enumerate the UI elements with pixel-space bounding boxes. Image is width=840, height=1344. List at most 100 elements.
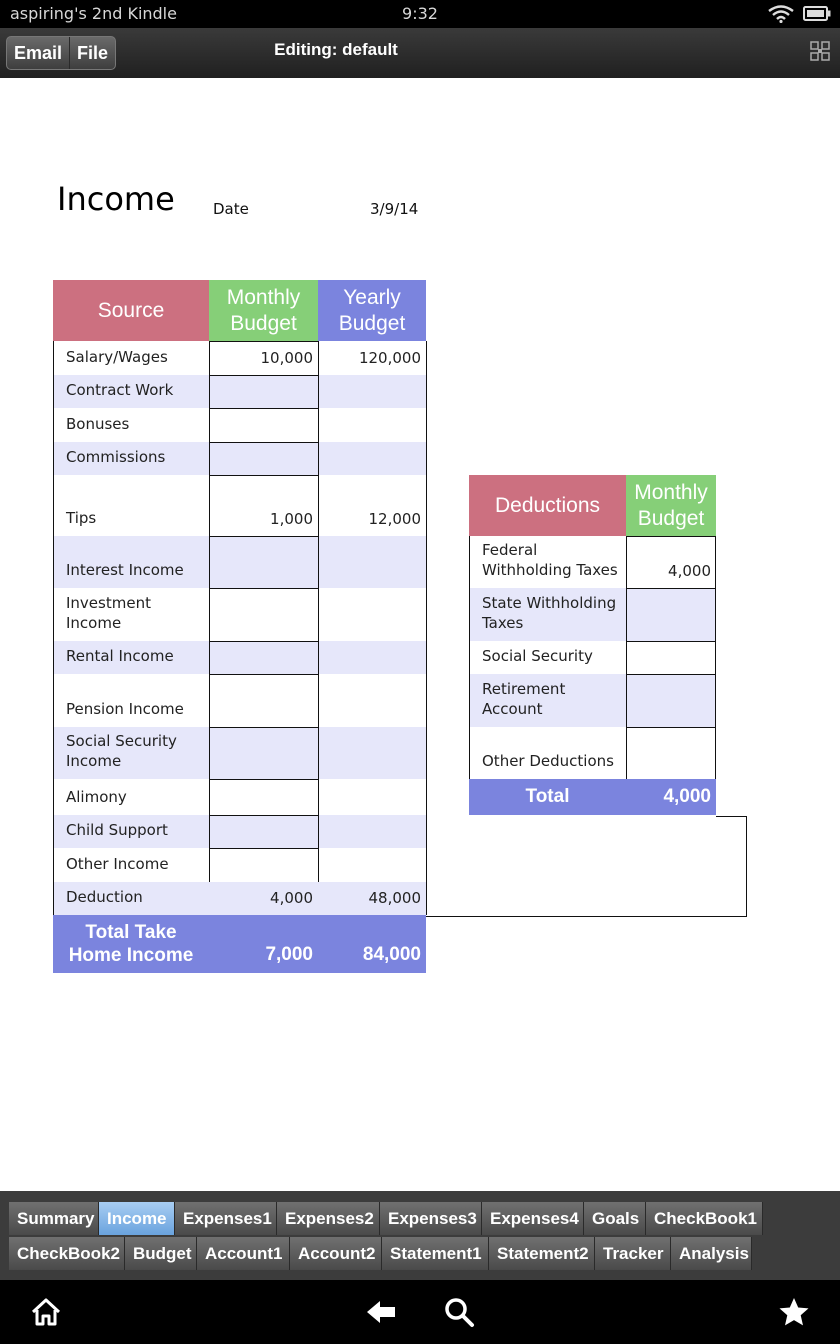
table-border bbox=[53, 341, 54, 915]
tab-expenses4[interactable]: Expenses4 bbox=[482, 1202, 584, 1235]
source-label: Other Income bbox=[66, 855, 169, 873]
monthly-value[interactable]: 10,000 bbox=[209, 341, 318, 375]
connector-line bbox=[426, 916, 747, 917]
connector-line bbox=[746, 816, 747, 917]
tab-account2[interactable]: Account2 bbox=[290, 1237, 382, 1270]
monthly-value[interactable] bbox=[209, 848, 318, 882]
source-label: Salary/Wages bbox=[66, 348, 168, 366]
monthly-value[interactable] bbox=[209, 779, 318, 815]
tab-tracker[interactable]: Tracker bbox=[595, 1237, 671, 1270]
table-border bbox=[469, 536, 470, 779]
monthly-value[interactable] bbox=[209, 815, 318, 848]
source-label: Pension Income bbox=[66, 700, 184, 718]
source-label: Tips bbox=[66, 509, 97, 527]
header-yearly-budget: Yearly Budget bbox=[318, 280, 426, 341]
tab-income[interactable]: Income bbox=[99, 1202, 175, 1235]
monthly-value[interactable] bbox=[626, 641, 716, 674]
monthly-value[interactable] bbox=[209, 641, 318, 674]
yearly-value[interactable] bbox=[318, 536, 426, 588]
sheet-title: Income bbox=[57, 180, 175, 218]
connector-line bbox=[716, 816, 747, 817]
home-icon[interactable] bbox=[30, 1296, 62, 1328]
total-yearly: 84,000 bbox=[362, 944, 421, 965]
monthly-value[interactable]: 1,000 bbox=[209, 475, 318, 536]
monthly-value[interactable] bbox=[209, 588, 318, 641]
source-label: Commissions bbox=[66, 448, 166, 466]
tab-budget[interactable]: Budget bbox=[125, 1237, 197, 1270]
tab-statement1[interactable]: Statement1 bbox=[382, 1237, 489, 1270]
source-label: Interest Income bbox=[66, 561, 184, 579]
monthly-value[interactable] bbox=[209, 375, 318, 408]
monthly-value[interactable] bbox=[209, 727, 318, 779]
deduction-label: State Withholding Taxes bbox=[482, 594, 617, 632]
yearly-value[interactable] bbox=[318, 674, 426, 727]
action-bar: Email File Editing: default bbox=[0, 28, 840, 78]
yearly-value[interactable] bbox=[318, 641, 426, 674]
source-label: Social Security Income bbox=[66, 732, 177, 770]
grid-menu-icon[interactable] bbox=[810, 41, 830, 61]
tab-goals[interactable]: Goals bbox=[584, 1202, 646, 1235]
sheet-tabs: Summary Income Expenses1 Expenses2 Expenses3… bbox=[0, 1191, 840, 1280]
yearly-value[interactable] bbox=[318, 375, 426, 408]
header-source: Source bbox=[53, 280, 209, 341]
total-label: Total bbox=[525, 786, 570, 807]
deduction-label: Other Deductions bbox=[482, 752, 614, 770]
date-value[interactable]: 3/9/14 bbox=[370, 200, 418, 218]
tab-analysis[interactable]: Analysis bbox=[671, 1237, 752, 1270]
header-deductions: Deductions bbox=[469, 475, 626, 536]
source-label: Alimony bbox=[66, 788, 127, 806]
source-label: Child Support bbox=[66, 821, 168, 839]
yearly-value[interactable]: 12,000 bbox=[318, 475, 426, 536]
editing-title: Editing: default bbox=[274, 40, 398, 59]
yearly-value[interactable] bbox=[318, 408, 426, 442]
tab-expenses2[interactable]: Expenses2 bbox=[277, 1202, 380, 1235]
source-label: Contract Work bbox=[66, 381, 174, 399]
monthly-value[interactable] bbox=[626, 674, 716, 727]
monthly-value[interactable]: 4,000 bbox=[209, 882, 318, 915]
tab-checkbook2[interactable]: CheckBook2 bbox=[9, 1237, 125, 1270]
tab-expenses3[interactable]: Expenses3 bbox=[380, 1202, 482, 1235]
tab-statement2[interactable]: Statement2 bbox=[489, 1237, 595, 1270]
yearly-value[interactable] bbox=[318, 815, 426, 848]
total-label: Total Take Home Income bbox=[68, 922, 194, 966]
total-monthly: 7,000 bbox=[265, 944, 313, 965]
yearly-value[interactable] bbox=[318, 848, 426, 882]
deduction-label: Federal Withholding Taxes bbox=[482, 541, 618, 579]
header-monthly-budget: Monthly Budget bbox=[209, 280, 318, 341]
search-icon[interactable] bbox=[443, 1296, 475, 1328]
deduction-label: Retirement Account bbox=[482, 680, 566, 718]
battery-icon bbox=[803, 6, 831, 21]
wifi-icon bbox=[768, 5, 794, 23]
header-monthly-budget: Monthly Budget bbox=[626, 475, 716, 536]
monthly-value[interactable] bbox=[626, 588, 716, 641]
yearly-value[interactable]: 48,000 bbox=[318, 882, 426, 915]
star-icon[interactable] bbox=[778, 1296, 810, 1328]
tab-summary[interactable]: Summary bbox=[9, 1202, 99, 1235]
date-label: Date bbox=[213, 200, 249, 218]
monthly-value[interactable] bbox=[209, 674, 318, 727]
back-arrow-icon[interactable] bbox=[365, 1296, 397, 1328]
clock: 9:32 bbox=[402, 4, 438, 23]
deduction-label: Social Security bbox=[482, 647, 593, 665]
yearly-value[interactable] bbox=[318, 588, 426, 641]
source-label: Bonuses bbox=[66, 415, 130, 433]
monthly-value[interactable]: 4,000 bbox=[626, 536, 716, 588]
tab-checkbook1[interactable]: CheckBook1 bbox=[646, 1202, 763, 1235]
monthly-value[interactable] bbox=[209, 408, 318, 442]
bottom-nav bbox=[0, 1280, 840, 1344]
source-label: Deduction bbox=[66, 888, 143, 906]
yearly-value[interactable] bbox=[318, 442, 426, 475]
source-label: Investment Income bbox=[66, 594, 151, 632]
yearly-value[interactable]: 120,000 bbox=[318, 341, 426, 375]
yearly-value[interactable] bbox=[318, 779, 426, 815]
monthly-value[interactable] bbox=[209, 442, 318, 475]
status-bar: aspiring's 2nd Kindle 9:32 bbox=[0, 0, 840, 28]
source-label: Rental Income bbox=[66, 647, 174, 665]
yearly-value[interactable] bbox=[318, 727, 426, 779]
tab-expenses1[interactable]: Expenses1 bbox=[175, 1202, 277, 1235]
tab-account1[interactable]: Account1 bbox=[197, 1237, 290, 1270]
monthly-value[interactable] bbox=[626, 727, 716, 779]
table-border bbox=[426, 341, 427, 915]
monthly-value[interactable] bbox=[209, 536, 318, 588]
total-monthly: 4,000 bbox=[663, 786, 711, 807]
